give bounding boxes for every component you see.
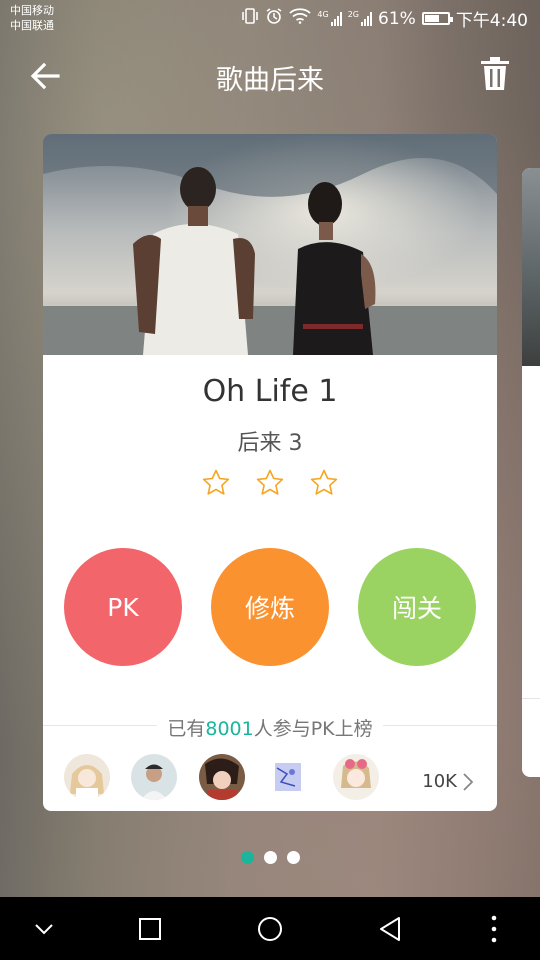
network-1-label: 4G	[317, 10, 329, 19]
page-indicator	[0, 851, 540, 864]
practice-button[interactable]: 修炼	[211, 548, 329, 666]
ranking-count[interactable]: 10K	[422, 771, 457, 792]
chevron-down-icon[interactable]	[26, 911, 62, 947]
avatar[interactable]	[131, 754, 177, 800]
wifi-icon	[289, 8, 312, 29]
carrier-1: 中国移动	[10, 4, 54, 17]
status-icons: 4G 2G 61% 下午4:40	[241, 6, 528, 31]
participants-text: 已有8001人参与PK上榜	[43, 714, 497, 741]
battery-level	[424, 15, 440, 22]
next-song-card[interactable]	[522, 168, 540, 777]
carrier-2: 中国联通	[10, 19, 54, 32]
challenge-button[interactable]: 闯关	[358, 548, 476, 666]
song-subtitle: 后来 3	[237, 431, 303, 456]
signal-1-icon	[330, 11, 342, 26]
vibrate-icon	[241, 8, 259, 29]
participants-suffix: 人参与PK上榜	[253, 718, 373, 740]
avatar[interactable]	[64, 754, 110, 800]
star-outline-icon	[310, 469, 338, 495]
carrier-info: 中国移动 中国联通	[10, 3, 54, 33]
chevron-right-icon[interactable]	[461, 771, 475, 793]
alarm-icon	[265, 7, 283, 30]
page-dot	[286, 851, 300, 864]
top-app-bar: 歌曲后来	[0, 40, 540, 110]
battery-icon	[421, 12, 453, 25]
network-2-label: 2G	[347, 10, 360, 19]
participants-prefix: 已有	[167, 718, 206, 740]
star-rating	[43, 468, 497, 498]
next-card-cover	[522, 168, 540, 366]
avatar[interactable]	[333, 754, 379, 800]
recents-icon[interactable]	[132, 911, 168, 947]
back-triangle-icon[interactable]	[372, 911, 408, 947]
system-nav-bar	[0, 897, 540, 960]
star-outline-icon	[256, 469, 284, 495]
page-dot	[263, 851, 277, 864]
song-title: Oh Life 1	[202, 374, 338, 409]
star-outline-icon	[202, 469, 230, 495]
song-card: Oh Life 1 后来 3 PK 修炼 闯关 已有8001人参与PK上榜 10…	[43, 134, 497, 811]
pk-button[interactable]: PK	[64, 548, 182, 666]
home-icon[interactable]	[252, 911, 288, 947]
signal-2-icon	[361, 11, 373, 26]
clock: 下午4:40	[455, 11, 528, 31]
avatar[interactable]	[199, 754, 245, 800]
page-title: 歌曲后来	[216, 65, 324, 96]
page-dot-active	[240, 851, 254, 864]
battery-percent: 61%	[378, 8, 416, 29]
song-cover-image	[43, 134, 497, 355]
divider	[522, 698, 540, 699]
participants-count: 8001	[205, 718, 254, 740]
status-bar: 中国移动 中国联通 4G 2G 61% 下午4:40	[0, 0, 540, 36]
avatar[interactable]	[265, 754, 311, 800]
trash-icon[interactable]	[478, 56, 512, 92]
more-vert-icon[interactable]	[476, 911, 512, 947]
